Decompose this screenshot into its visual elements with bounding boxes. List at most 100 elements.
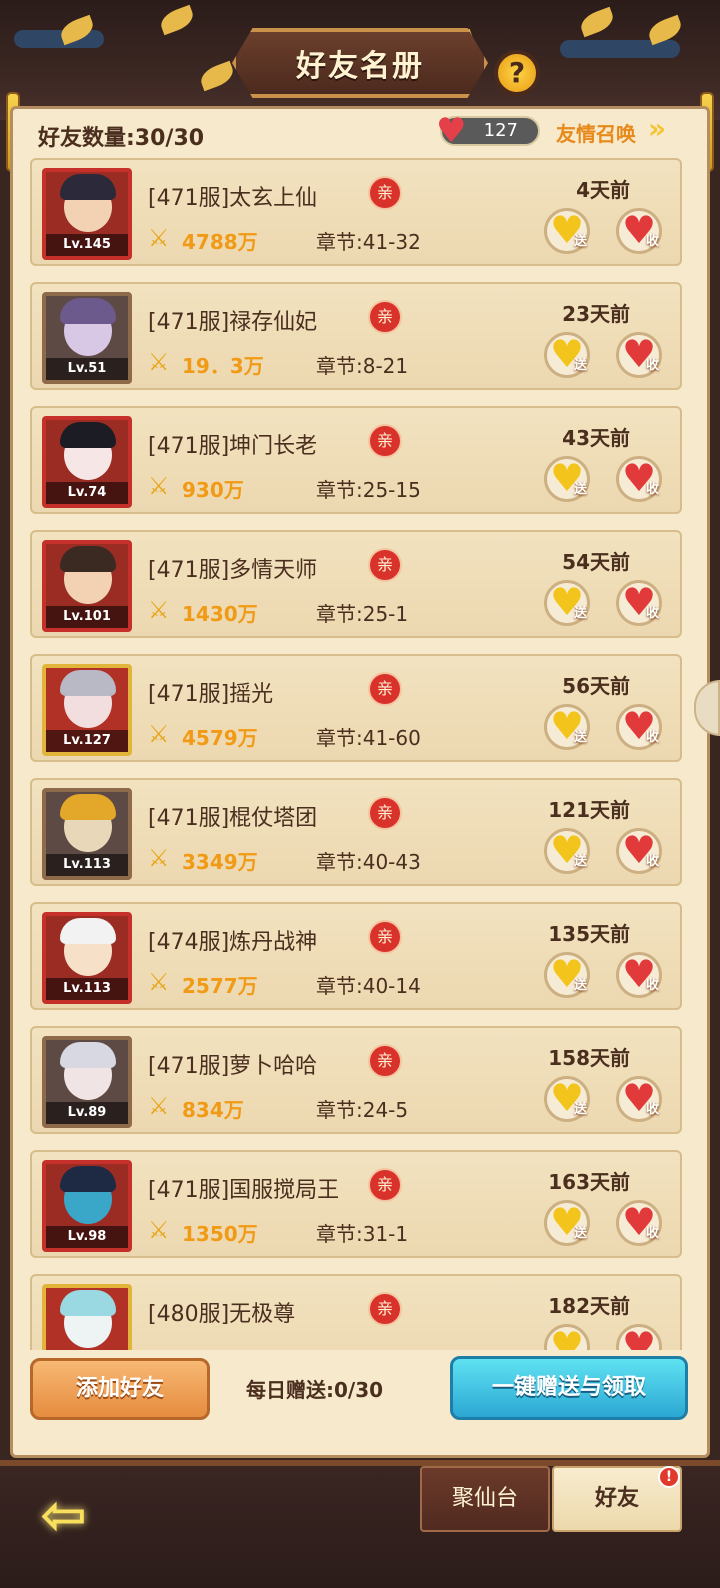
cloud-decoration: [14, 30, 104, 48]
receive-heart-button[interactable]: ♥ 收: [616, 1200, 662, 1246]
level-badge: Lv.51: [46, 358, 128, 380]
cloud-decoration: [560, 40, 680, 58]
chapter-progress: 章节:8-21: [316, 354, 409, 378]
receive-label: 收: [645, 606, 659, 621]
combat-power: 19．3万: [182, 354, 264, 378]
friend-count: 好友数量:30/30: [38, 126, 205, 151]
avatar-hair: [60, 174, 116, 200]
avatar-hair: [60, 1166, 116, 1192]
chapter-progress: 章节:40-14: [316, 974, 421, 998]
friend-name: [471服]棍仗塔团: [148, 806, 318, 831]
give-heart-button[interactable]: ♥ 送: [544, 456, 590, 502]
one-click-give-receive-button[interactable]: 一键赠送与领取: [450, 1356, 688, 1420]
heart-count: 127: [483, 120, 518, 141]
kin-badge: 亲: [368, 424, 402, 458]
give-label: 送: [573, 978, 587, 993]
receive-heart-button[interactable]: ♥ 收: [616, 580, 662, 626]
double-chevron-right-icon[interactable]: »: [648, 112, 666, 145]
tab-juxiantai[interactable]: 聚仙台: [420, 1466, 550, 1532]
avatar-hair: [60, 794, 116, 820]
chapter-progress: 章节:40-43: [316, 850, 421, 874]
receive-label: 收: [645, 854, 659, 869]
give-heart-button[interactable]: ♥ 送: [544, 580, 590, 626]
give-label: 送: [573, 358, 587, 373]
avatar[interactable]: Lv.113: [42, 788, 132, 880]
receive-heart-button[interactable]: ♥ 收: [616, 332, 662, 378]
help-button[interactable]: ?: [494, 50, 540, 96]
give-label: 送: [573, 1102, 587, 1117]
chapter-progress: 章节:24-5: [316, 1098, 409, 1122]
friend-row: Lv.101 [471服]多情天师 亲 54天前 ⚔ 1430万 章节:25-1…: [30, 530, 682, 638]
friend-name: [471服]萝卜哈哈: [148, 1054, 318, 1079]
combat-power: 834万: [182, 1098, 244, 1122]
avatar[interactable]: Lv.113: [42, 912, 132, 1004]
give-heart-button[interactable]: ♥ 送: [544, 952, 590, 998]
friend-name: [474服]炼丹战神: [148, 930, 318, 955]
friend-list[interactable]: Lv.145 [471服]太玄上仙 亲 4天前 ⚔ 4788万 章节:41-32…: [30, 158, 692, 1350]
avatar[interactable]: Lv.51: [42, 292, 132, 384]
avatar[interactable]: Lv.89: [42, 1036, 132, 1128]
receive-heart-button[interactable]: ♥ 收: [616, 1076, 662, 1122]
friend-name: [471服]国服搅局王: [148, 1178, 340, 1203]
avatar[interactable]: Lv.145: [42, 168, 132, 260]
avatar[interactable]: Lv.98: [42, 1160, 132, 1252]
friendship-summon-link[interactable]: 友情召唤: [556, 118, 636, 147]
avatar[interactable]: Lv.101: [42, 540, 132, 632]
kin-badge: 亲: [368, 796, 402, 830]
avatar-hair: [60, 298, 116, 324]
level-badge: Lv.74: [46, 482, 128, 504]
avatar[interactable]: Lv.127: [42, 664, 132, 756]
receive-label: 收: [645, 1102, 659, 1117]
give-heart-button[interactable]: ♥ 送: [544, 208, 590, 254]
friend-name: [471服]禄存仙妃: [148, 310, 318, 335]
friend-row: Lv.74 [471服]坤门长老 亲 43天前 ⚔ 930万 章节:25-15 …: [30, 406, 682, 514]
receive-heart-button[interactable]: ♥ 收: [616, 456, 662, 502]
friend-name: [471服]坤门长老: [148, 434, 318, 459]
level-badge: Lv.127: [46, 730, 128, 752]
avatar-hair: [60, 1042, 116, 1068]
receive-heart-button[interactable]: ♥: [616, 1324, 662, 1350]
crossed-swords-icon: ⚔: [148, 844, 170, 872]
avatar-hair: [60, 918, 116, 944]
level-badge: Lv.145: [46, 234, 128, 256]
kin-badge: 亲: [368, 176, 402, 210]
give-label: 送: [573, 606, 587, 621]
add-friend-button[interactable]: 添加好友: [30, 1358, 210, 1420]
kin-badge: 亲: [368, 920, 402, 954]
give-heart-button[interactable]: ♥ 送: [544, 828, 590, 874]
receive-heart-button[interactable]: ♥ 收: [616, 208, 662, 254]
combat-power: 930万: [182, 478, 244, 502]
receive-label: 收: [645, 234, 659, 249]
avatar-hair: [60, 1290, 116, 1316]
friend-name: [480服]无极尊: [148, 1302, 296, 1327]
crossed-swords-icon: ⚔: [148, 596, 170, 624]
last-online: 158天前: [548, 1046, 630, 1070]
level-badge: Lv.89: [46, 1102, 128, 1124]
friend-row: Lv.98 [471服]国服搅局王 亲 163天前 ⚔ 1350万 章节:31-…: [30, 1150, 682, 1258]
friend-name: [471服]摇光: [148, 682, 274, 707]
give-heart-button[interactable]: ♥: [544, 1324, 590, 1350]
friend-row: Lv.113 [471服]棍仗塔团 亲 121天前 ⚔ 3349万 章节:40-…: [30, 778, 682, 886]
combat-power: 4579万: [182, 726, 258, 750]
avatar[interactable]: [42, 1284, 132, 1350]
give-heart-button[interactable]: ♥ 送: [544, 1200, 590, 1246]
combat-power: 4788万: [182, 230, 258, 254]
receive-label: 收: [645, 482, 659, 497]
give-heart-button[interactable]: ♥ 送: [544, 704, 590, 750]
page-title-plaque: 好友名册: [232, 28, 488, 98]
avatar[interactable]: Lv.74: [42, 416, 132, 508]
friend-name: [471服]太玄上仙: [148, 186, 318, 211]
receive-heart-button[interactable]: ♥ 收: [616, 828, 662, 874]
combat-power: 3349万: [182, 850, 258, 874]
avatar-hair: [60, 422, 116, 448]
receive-heart-button[interactable]: ♥ 收: [616, 704, 662, 750]
friend-name: [471服]多情天师: [148, 558, 318, 583]
crossed-swords-icon: ⚔: [148, 348, 170, 376]
friend-row: Lv.51 [471服]禄存仙妃 亲 23天前 ⚔ 19．3万 章节:8-21 …: [30, 282, 682, 390]
gold-heart-icon: ♥: [550, 1324, 585, 1350]
back-arrow-icon[interactable]: ⇦: [40, 1484, 110, 1548]
give-heart-button[interactable]: ♥ 送: [544, 332, 590, 378]
receive-heart-button[interactable]: ♥ 收: [616, 952, 662, 998]
give-heart-button[interactable]: ♥ 送: [544, 1076, 590, 1122]
ginkgo-leaf-icon: [197, 60, 237, 92]
